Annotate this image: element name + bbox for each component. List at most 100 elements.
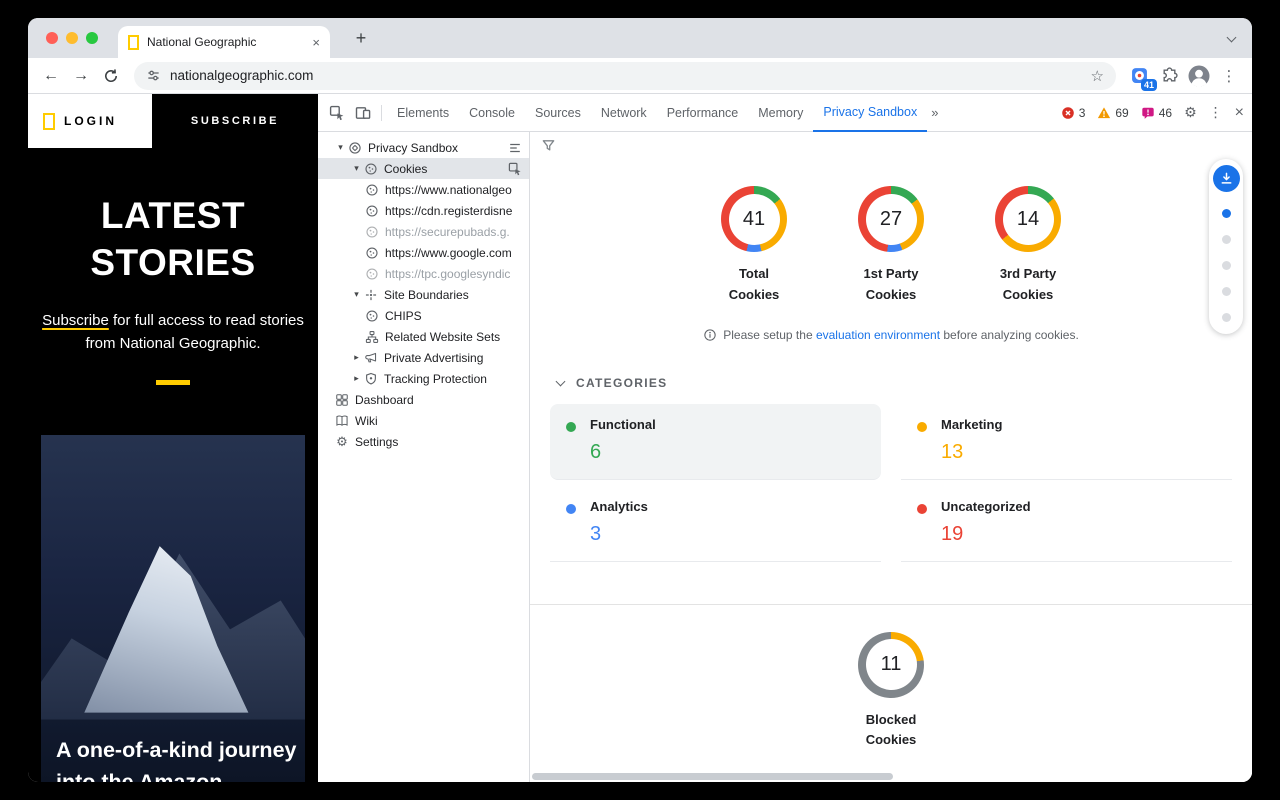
console-errors[interactable]: 3 [1061,106,1086,120]
sidebar-menu-icon[interactable] [506,139,523,156]
category-label: Functional [590,417,656,432]
info-prefix: Please setup the [723,328,816,342]
browser-menu-kebab-icon[interactable]: ⋮ [1216,63,1242,89]
tab-performance[interactable]: Performance [657,94,749,132]
tree-item-related-website-sets[interactable]: Related Website Sets [318,326,529,347]
tab-console[interactable]: Console [459,94,525,132]
section-nav-dot[interactable] [1222,235,1231,244]
tab-memory[interactable]: Memory [748,94,813,132]
twisty-icon[interactable]: ▸ [350,352,363,363]
category-card-functional[interactable]: Functional 6 [550,404,881,480]
tree-item-cookie-origin[interactable]: https://www.nationalgeo [318,179,529,200]
collapse-chevron-icon[interactable] [556,376,566,386]
headline-line2: STORIES [28,239,318,286]
tree-item-site-boundaries[interactable]: ▾ Site Boundaries [318,284,529,305]
scrollbar-thumb[interactable] [532,773,893,780]
headline-line1: LATEST [28,192,318,239]
story-caption[interactable]: A one-of-a-kind journey into the Amazon [56,734,297,783]
filter-icon[interactable] [541,138,556,153]
device-toolbar-icon[interactable] [350,100,376,126]
cookie-icon [364,245,380,261]
issues-counter[interactable]: 46 [1141,106,1172,120]
tree-item-chips[interactable]: CHIPS [318,305,529,326]
tab-close-icon[interactable]: × [312,36,320,49]
more-tabs-icon[interactable]: » [927,105,942,120]
tree-item-cookie-origin[interactable]: https://www.google.com [318,242,529,263]
section-nav-dot[interactable] [1222,261,1231,270]
console-warnings[interactable]: 69 [1097,106,1128,120]
section-nav-dot[interactable] [1222,313,1231,322]
tree-item-cookie-origin[interactable]: https://cdn.registerdisne [318,200,529,221]
tab-sources[interactable]: Sources [525,94,591,132]
twisty-icon[interactable]: ▾ [350,289,363,300]
profile-button[interactable] [1186,63,1212,89]
tree-item-tracking-protection[interactable]: ▸ Tracking Protection [318,368,529,389]
new-tab-button[interactable]: + [350,27,372,49]
category-count: 6 [590,441,656,464]
tab-network[interactable]: Network [591,94,657,132]
inspect-element-icon[interactable] [324,100,350,126]
site-settings-icon[interactable] [146,68,161,83]
reload-button[interactable] [98,63,124,89]
horizontal-scrollbar[interactable] [530,771,1252,782]
tab-privacy-sandbox[interactable]: Privacy Sandbox [813,94,927,132]
total-cookies-label: Total Cookies [714,264,794,306]
category-card-analytics[interactable]: Analytics 3 [550,486,881,562]
twisty-icon[interactable]: ▾ [334,142,347,153]
devtools-settings-gear-icon[interactable]: ⚙ [1184,104,1197,121]
section-nav-dot[interactable] [1222,209,1231,218]
tree-item-cookie-origin[interactable]: https://securepubads.g. [318,221,529,242]
twisty-icon[interactable]: ▾ [350,163,363,174]
first-party-cookies-label: 1st Party Cookies [851,264,931,306]
story-photo[interactable]: A one-of-a-kind journey into the Amazon [41,435,305,782]
extensions-button[interactable] [1156,63,1182,89]
devtools-close-icon[interactable]: × [1235,104,1244,122]
forward-button[interactable]: → [68,63,94,89]
twisty-icon[interactable]: ▸ [350,373,363,384]
login-button[interactable]: LOGIN [64,114,117,128]
minimize-window-button[interactable] [66,32,78,44]
section-nav-dot[interactable] [1222,287,1231,296]
section-divider [530,604,1252,605]
third-party-cookies-stat: 14 3rd Party Cookies [988,186,1068,306]
tree-item-settings[interactable]: ⚙ Settings [318,431,529,452]
url-text[interactable]: nationalgeographic.com [170,68,1082,83]
inspect-icon[interactable] [506,160,523,177]
warning-count: 69 [1115,106,1128,120]
category-label: Marketing [941,417,1002,432]
browser-tab[interactable]: National Geographic × [118,26,330,58]
download-report-button[interactable] [1213,165,1240,192]
subscribe-button[interactable]: SUBSCRIBE [152,94,318,148]
tab-search-chevron-icon[interactable] [1222,30,1240,48]
bookmark-star-icon[interactable]: ☆ [1091,67,1104,85]
site-body: LATEST STORIES Subscribe for full access… [28,148,318,385]
cookie-extension-button[interactable]: 41 [1126,63,1152,89]
site-brand[interactable]: LOGIN [28,94,152,148]
categories-section-header[interactable]: CATEGORIES [557,376,1252,390]
category-card-marketing[interactable]: Marketing 13 [901,404,1232,480]
subscribe-link[interactable]: Subscribe [42,312,109,329]
zoom-window-button[interactable] [86,32,98,44]
tree-item-private-advertising[interactable]: ▸ Private Advertising [318,347,529,368]
tab-elements[interactable]: Elements [387,94,459,132]
error-icon [1061,106,1075,120]
shield-icon [363,371,379,387]
devtools-kebab-icon[interactable]: ⋮ [1209,104,1223,121]
cookie-icon [364,182,380,198]
evaluation-environment-link[interactable]: evaluation environment [816,328,940,342]
close-window-button[interactable] [46,32,58,44]
privacy-sandbox-icon [347,140,363,156]
tree-item-privacy-sandbox[interactable]: ▾ Privacy Sandbox [318,137,529,158]
warning-icon [1097,106,1111,120]
privacy-sandbox-main: 41 Total Cookies 27 1st Party Cookies [530,132,1252,782]
tree-item-dashboard[interactable]: Dashboard [318,389,529,410]
toolbar-divider [381,105,382,121]
back-button[interactable]: ← [38,63,64,89]
tree-item-cookie-origin[interactable]: https://tpc.googlesyndic [318,263,529,284]
download-icon [1219,171,1234,186]
tree-item-cookies[interactable]: ▾ Cookies [318,158,529,179]
category-card-uncategorized[interactable]: Uncategorized 19 [901,486,1232,562]
tree-item-wiki[interactable]: Wiki [318,410,529,431]
book-icon [334,413,350,429]
address-bar[interactable]: nationalgeographic.com ☆ [134,62,1116,90]
